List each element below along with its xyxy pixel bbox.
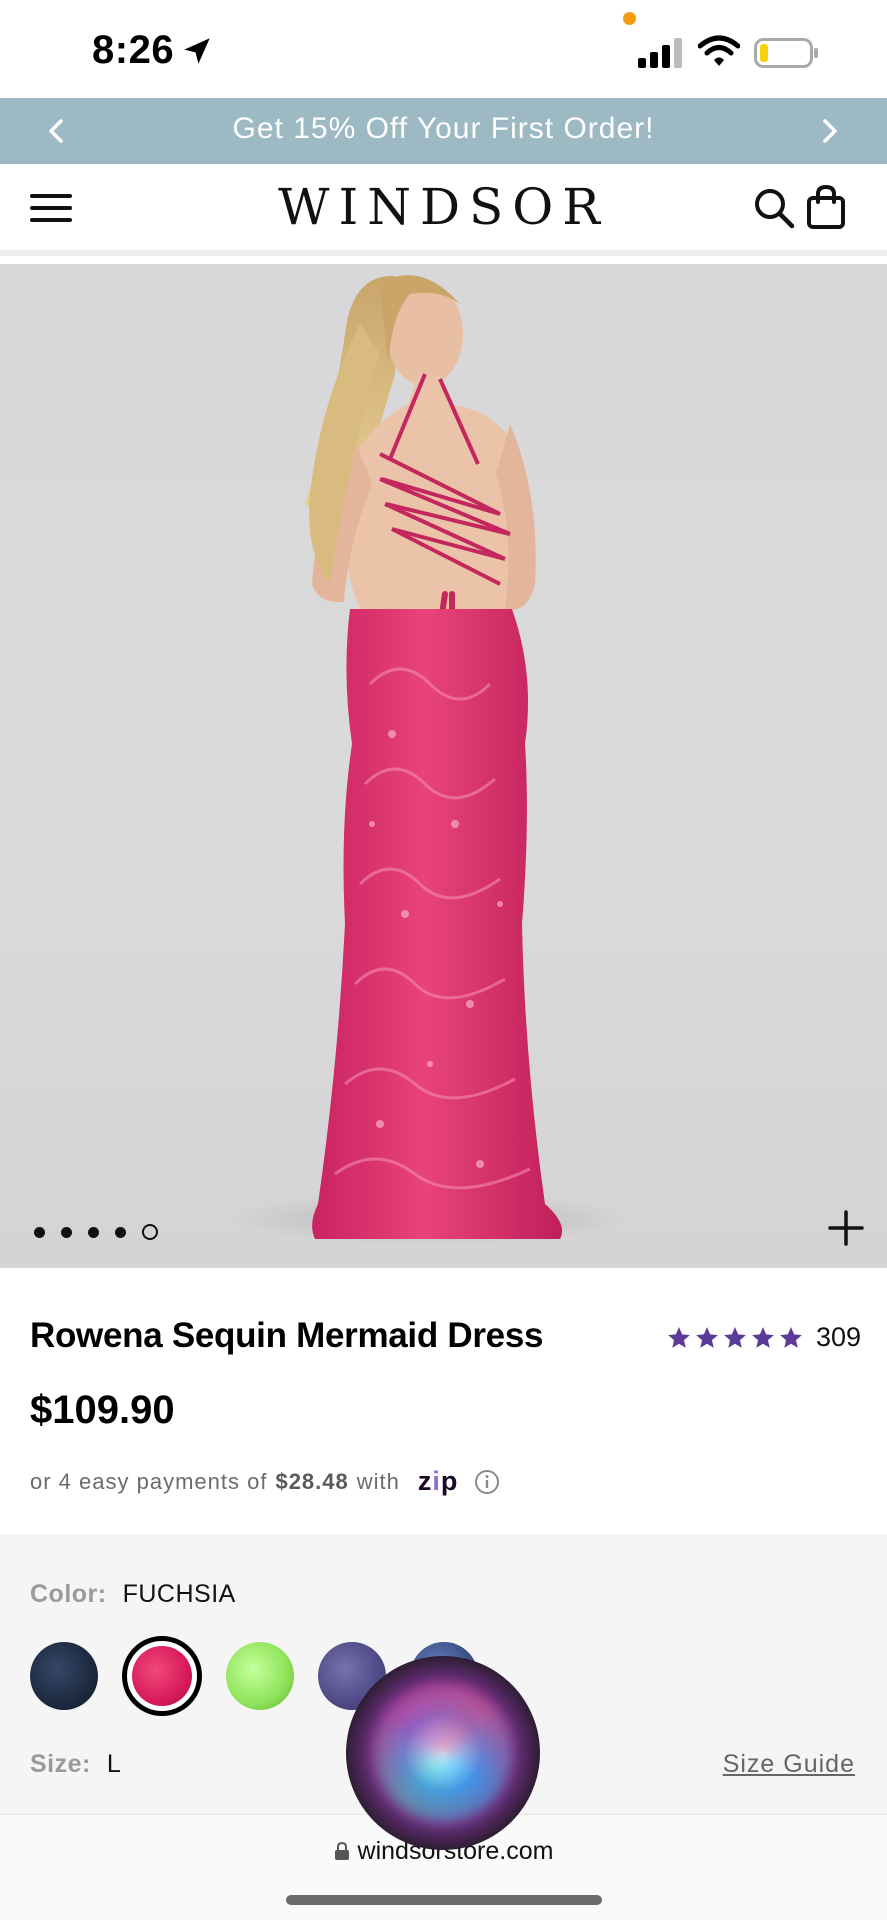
star-icon <box>696 1326 718 1348</box>
star-icon <box>780 1326 802 1348</box>
carousel-dots[interactable] <box>34 1222 158 1242</box>
rating-stars[interactable] <box>666 1325 804 1351</box>
payments-prefix: or 4 easy payments of <box>30 1468 268 1494</box>
payments-suffix: with <box>356 1468 400 1494</box>
size-selector: Size: L <box>30 1750 121 1779</box>
siri-orb[interactable] <box>346 1656 540 1850</box>
shopping-bag-icon[interactable] <box>806 184 846 230</box>
swatch-fuchsia-selected[interactable] <box>122 1636 202 1716</box>
review-count[interactable]: 309 <box>816 1322 861 1353</box>
carousel-dot[interactable] <box>115 1226 126 1238</box>
status-time: 8:26 <box>92 28 175 72</box>
carousel-dot[interactable] <box>34 1226 45 1238</box>
carousel-dot[interactable] <box>88 1226 99 1238</box>
home-indicator[interactable] <box>286 1895 602 1905</box>
star-icon <box>668 1326 690 1348</box>
zip-logo: zip <box>417 1466 459 1496</box>
installment-info: or 4 easy payments of $28.48 with zip <box>30 1466 500 1497</box>
payments-amount: $28.48 <box>275 1468 349 1494</box>
privacy-indicator-dot <box>623 12 636 25</box>
siri-glow <box>374 1684 512 1822</box>
search-icon[interactable] <box>752 186 796 230</box>
carousel-dot-active[interactable] <box>142 1224 158 1240</box>
lock-icon <box>334 1841 349 1860</box>
site-header: WINDSOR <box>0 164 887 256</box>
promo-text[interactable]: Get 15% Off Your First Order! <box>0 112 887 146</box>
star-icon <box>752 1326 774 1348</box>
size-guide-link[interactable]: Size Guide <box>723 1750 855 1779</box>
wifi-icon <box>698 35 740 66</box>
size-label: Size: <box>30 1750 91 1778</box>
chevron-right-icon[interactable] <box>812 114 846 148</box>
product-rating[interactable]: 309 <box>666 1322 861 1353</box>
location-arrow-icon <box>184 38 210 64</box>
star-icon <box>724 1326 746 1348</box>
product-price: $109.90 <box>30 1388 175 1432</box>
product-photo <box>230 275 630 1245</box>
color-selector: Color: FUCHSIA <box>30 1580 236 1609</box>
swatch-lime[interactable] <box>226 1642 294 1710</box>
carousel-dot[interactable] <box>61 1226 72 1238</box>
size-value: L <box>106 1750 122 1778</box>
swatch-navy[interactable] <box>30 1642 98 1710</box>
cellular-signal-icon <box>638 38 682 68</box>
color-value: FUCHSIA <box>122 1580 236 1608</box>
battery-icon <box>754 38 818 68</box>
product-image-carousel[interactable] <box>0 264 887 1268</box>
product-title: Rowena Sequin Mermaid Dress <box>30 1316 544 1355</box>
promo-banner[interactable]: Get 15% Off Your First Order! <box>0 98 887 164</box>
info-icon[interactable] <box>474 1469 500 1495</box>
zoom-plus-icon[interactable] <box>826 1208 866 1248</box>
status-bar: 8:26 <box>0 0 887 98</box>
color-label: Color: <box>30 1580 107 1608</box>
